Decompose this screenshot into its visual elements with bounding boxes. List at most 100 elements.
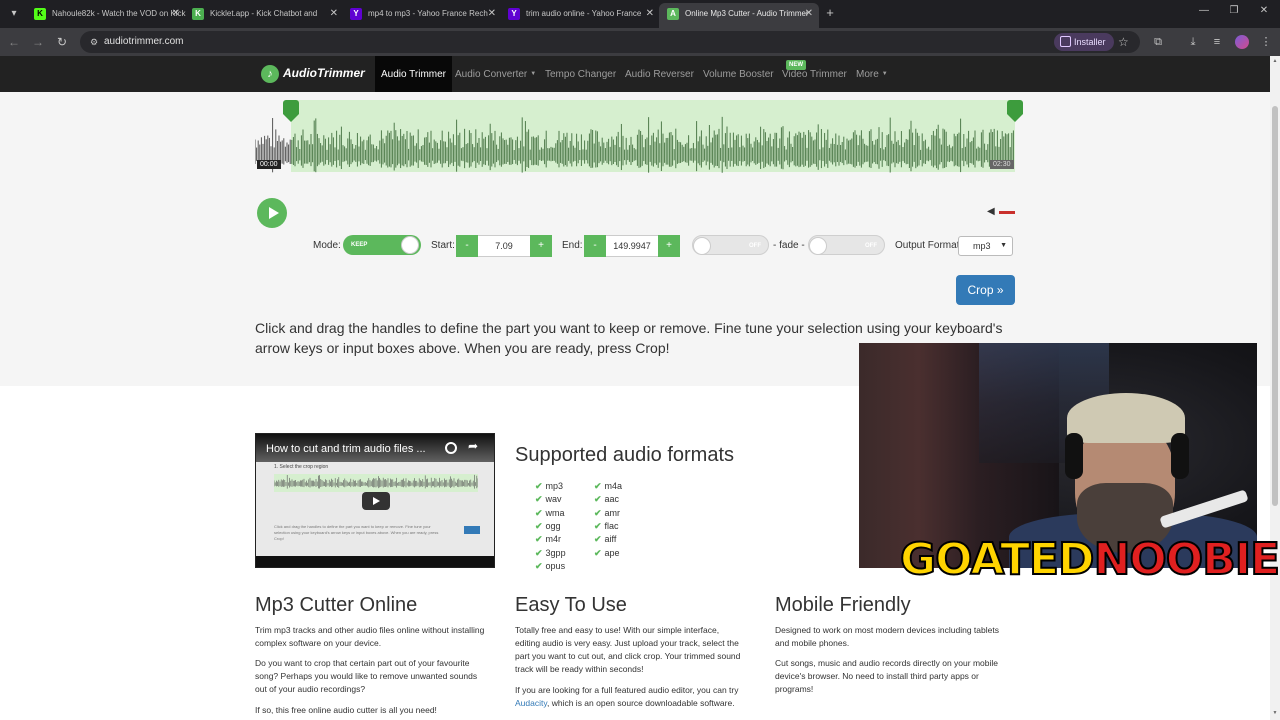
- watch-later-icon[interactable]: [445, 442, 457, 454]
- col1-paragraph: Trim mp3 tracks and other audio files on…: [255, 625, 485, 648]
- checkmark-icon: ✔: [535, 534, 543, 545]
- nav-more[interactable]: More ▼: [856, 56, 888, 92]
- start-handle[interactable]: [283, 100, 299, 122]
- nav-tempo-changer[interactable]: Tempo Changer: [545, 56, 616, 92]
- tab-title: Kicklet.app - Kick Chatbot and: [210, 9, 318, 18]
- profile-avatar[interactable]: [1235, 35, 1249, 49]
- scroll-down-icon[interactable]: ▼: [1271, 710, 1279, 716]
- col3-paragraph: Designed to work on most modern devices …: [775, 625, 999, 648]
- format-item: ✔ 3gpp: [535, 548, 566, 559]
- video-play-button[interactable]: [362, 492, 390, 510]
- minimize-icon[interactable]: —: [1196, 5, 1212, 16]
- checkmark-icon: ✔: [535, 547, 543, 558]
- fade-in-toggle[interactable]: OFF: [692, 235, 769, 255]
- scroll-up-icon[interactable]: ▲: [1271, 58, 1279, 64]
- handle-tip: [1007, 114, 1023, 122]
- close-tab-icon[interactable]: ✕: [330, 3, 338, 25]
- nav-audio-trimmer[interactable]: Audio Trimmer: [375, 56, 453, 92]
- waveform[interactable]: [255, 114, 1015, 186]
- site-info-icon[interactable]: ⚙: [88, 36, 100, 48]
- page-scrollbar[interactable]: ▲ ▼: [1270, 56, 1280, 720]
- logo-icon: ♪: [261, 65, 279, 83]
- end-decrement-button[interactable]: -: [584, 235, 606, 257]
- col2-text: , which is an open source downloadable s…: [546, 698, 735, 708]
- install-icon: [1060, 36, 1071, 47]
- video-bottom-bar: [256, 556, 494, 567]
- browser-tab-bar: ▾ K Nahoule82k - Watch the VOD on Kick ✕…: [0, 0, 1280, 28]
- close-window-icon[interactable]: ✕: [1256, 5, 1272, 16]
- close-tab-icon[interactable]: ✕: [172, 3, 180, 25]
- checkmark-icon: ✔: [535, 481, 543, 491]
- handle-pin: [1007, 100, 1023, 114]
- volume-icon[interactable]: ◀: [987, 206, 995, 217]
- play-icon: [269, 207, 279, 219]
- video-caption: 1. Select the crop region: [274, 464, 329, 470]
- end-input[interactable]: 149.9947: [606, 235, 658, 257]
- video-title[interactable]: How to cut and trim audio files ...: [266, 443, 436, 455]
- download-icon[interactable]: ⤓: [1185, 34, 1201, 50]
- fade-out-toggle[interactable]: OFF: [808, 235, 885, 255]
- browser-tab-active[interactable]: A Online Mp3 Cutter - Audio Trimmer ✕: [659, 3, 819, 28]
- play-button[interactable]: [257, 198, 287, 228]
- col1-paragraph: If so, this free online audio cutter is …: [255, 705, 437, 715]
- media-control-icon[interactable]: ≡: [1209, 34, 1225, 50]
- format-item: ✔ m4r: [535, 534, 561, 545]
- start-input[interactable]: 7.09: [478, 235, 530, 257]
- install-app-button[interactable]: Installer: [1054, 33, 1114, 51]
- col-title-easy-to-use: Easy To Use: [515, 594, 627, 616]
- restore-icon[interactable]: ❐: [1226, 5, 1242, 16]
- volume-slider[interactable]: [999, 211, 1015, 214]
- browser-tab[interactable]: Y trim audio online - Yahoo France ✕: [500, 3, 660, 25]
- waveform-start-time: 00:00: [257, 160, 281, 169]
- new-tab-button[interactable]: +: [822, 5, 838, 21]
- omnibox[interactable]: ⚙ audiotrimmer.com Installer ☆: [80, 31, 1140, 53]
- start-increment-button[interactable]: +: [530, 235, 552, 257]
- menu-kebab-icon[interactable]: ⋮: [1258, 34, 1274, 50]
- format-name: wma: [545, 507, 565, 518]
- caret-down-icon: ▼: [530, 71, 537, 77]
- url-text[interactable]: audiotrimmer.com: [104, 31, 183, 53]
- close-tab-icon[interactable]: ✕: [488, 3, 496, 25]
- reload-button[interactable]: ↻: [54, 34, 70, 50]
- col1-paragraph: Do you want to crop that certain part ou…: [255, 658, 478, 694]
- browser-tab[interactable]: Y mp4 to mp3 - Yahoo France Rech ✕: [342, 3, 502, 25]
- format-item: ✔ wma: [535, 508, 565, 519]
- video-instructions-text: Click and drag the handles to define the…: [274, 524, 439, 541]
- col3-paragraph: Cut songs, music and audio records direc…: [775, 658, 998, 694]
- nav-audio-reverser[interactable]: Audio Reverser: [625, 56, 694, 92]
- chevron-down-icon: ▼: [1000, 242, 1007, 249]
- bookmark-star-icon[interactable]: ☆: [1118, 31, 1129, 53]
- col-title-mobile-friendly: Mobile Friendly: [775, 594, 911, 616]
- format-item: ✔ flac: [594, 521, 619, 532]
- end-increment-button[interactable]: +: [658, 235, 680, 257]
- back-button[interactable]: ←: [6, 34, 22, 50]
- end-handle[interactable]: [1007, 100, 1023, 122]
- start-decrement-button[interactable]: -: [456, 235, 478, 257]
- toggle-knob: [809, 237, 827, 255]
- forward-button[interactable]: →: [30, 34, 46, 50]
- crop-button[interactable]: Crop »: [956, 275, 1015, 305]
- tutorial-video[interactable]: 1. Select the crop region Click and drag…: [255, 433, 495, 568]
- scroll-thumb[interactable]: [1272, 106, 1278, 506]
- extensions-icon[interactable]: ⧉: [1150, 34, 1166, 50]
- tab-search-button[interactable]: ▾: [6, 6, 22, 22]
- nav-audio-converter[interactable]: Audio Converter ▼: [455, 56, 536, 92]
- audacity-link[interactable]: Audacity: [515, 698, 547, 708]
- checkmark-icon: ✔: [594, 534, 602, 545]
- browser-tab[interactable]: K Kicklet.app - Kick Chatbot and ✕: [184, 3, 344, 25]
- audiotrimmer-favicon-icon: A: [667, 8, 679, 20]
- install-label: Installer: [1074, 37, 1106, 47]
- mode-toggle-text: KEEP: [351, 242, 368, 248]
- format-name: wav: [545, 494, 562, 505]
- nav-volume-booster[interactable]: Volume Booster: [703, 56, 774, 92]
- share-icon[interactable]: ➦: [468, 439, 478, 453]
- mode-toggle[interactable]: KEEP: [343, 235, 421, 255]
- close-tab-icon[interactable]: ✕: [805, 3, 813, 25]
- close-tab-icon[interactable]: ✕: [646, 3, 654, 25]
- fade-out-toggle-text: OFF: [865, 243, 877, 249]
- video-crop-button: [464, 526, 480, 534]
- browser-tab[interactable]: K Nahoule82k - Watch the VOD on Kick ✕: [26, 3, 186, 25]
- output-format-select[interactable]: mp3 ▼: [958, 236, 1013, 256]
- banner-part1: GOATED: [899, 533, 1096, 586]
- format-item: ✔ aiff: [594, 534, 616, 545]
